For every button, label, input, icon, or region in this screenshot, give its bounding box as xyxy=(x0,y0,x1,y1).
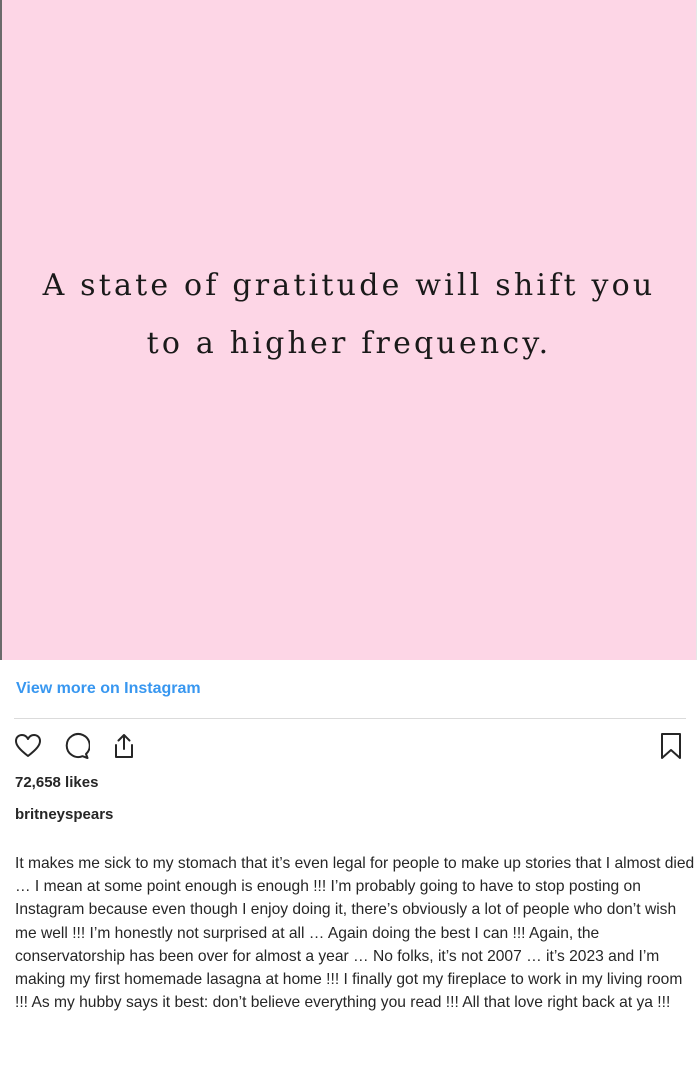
action-bar xyxy=(14,732,686,762)
quote-text: A state of gratitude will shift you to a… xyxy=(4,257,694,373)
quote-line-1: A state of gratitude will shift you xyxy=(42,268,656,303)
heart-icon[interactable] xyxy=(14,732,42,760)
quote-line-2: to a higher frequency. xyxy=(146,326,552,361)
bookmark-icon[interactable] xyxy=(657,732,685,760)
divider xyxy=(14,718,686,719)
likes-count[interactable]: 72,658 likes xyxy=(15,774,98,791)
post-image[interactable]: A state of gratitude will shift you to a… xyxy=(0,0,697,660)
comment-icon[interactable] xyxy=(62,732,90,760)
post-caption: It makes me sick to my stomach that it’s… xyxy=(15,855,695,1012)
view-more-link[interactable]: View more on Instagram xyxy=(16,680,201,698)
share-icon[interactable] xyxy=(110,732,138,760)
username[interactable]: britneyspears xyxy=(15,806,113,823)
